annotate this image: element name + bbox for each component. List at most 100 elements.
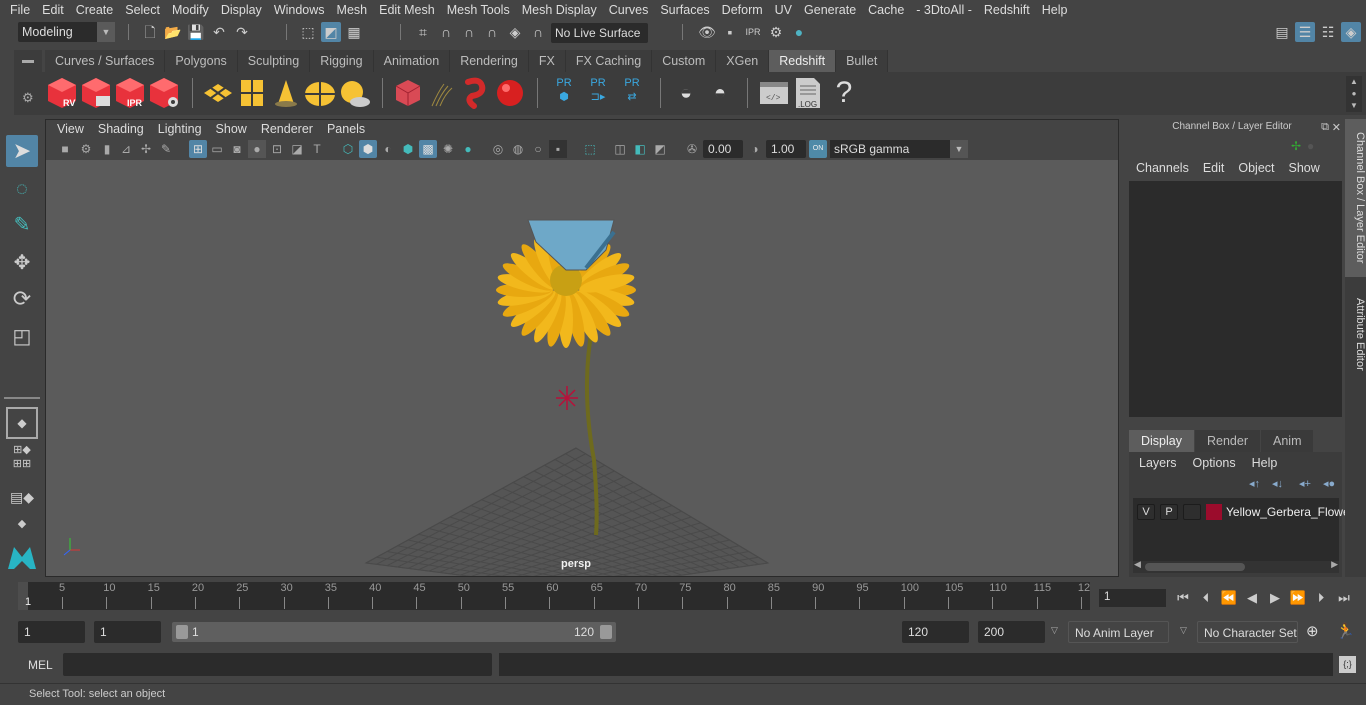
ipr-render-icon[interactable]: IPR [743,22,763,42]
exposure-icon[interactable]: ✇ [683,140,701,158]
tab-anim[interactable]: Anim [1261,430,1314,452]
tab-render[interactable]: Render [1195,430,1260,452]
snap-live-icon[interactable]: ◈ [505,22,525,42]
lasso-tool-icon[interactable]: ◌ [6,173,38,205]
redo-icon[interactable]: ↷ [232,22,252,42]
new-layer-selected-icon[interactable]: ◂● [1323,477,1335,490]
tool-settings-icon[interactable]: ☷ [1318,22,1338,42]
cb-menu-show[interactable]: Show [1282,161,1327,175]
dome-light-icon[interactable] [304,76,336,110]
outliner-persp-layout-icon[interactable]: ▤◆ [6,481,38,513]
viewport-menu-shading[interactable]: Shading [91,122,151,136]
viewport-scene[interactable]: persp [46,160,1118,576]
go-to-end-icon[interactable]: ⏭ [1335,589,1353,607]
proxy-create-icon[interactable]: PR ⬢ [548,76,580,110]
le-menu-options[interactable]: Options [1185,456,1244,470]
select-component-icon[interactable]: ▦ [344,22,364,42]
render-current-frame-icon[interactable]: ▪ [720,22,740,42]
shelf-tab-fx[interactable]: FX [528,50,566,72]
speed-icon[interactable]: ● [1307,139,1314,153]
scrollbar-thumb[interactable] [1145,563,1245,571]
field-chart-icon[interactable]: ⊡ [268,140,286,158]
shelf-tab-sculpting[interactable]: Sculpting [237,50,311,72]
menu-file[interactable]: File [4,3,36,17]
menu-redshift[interactable]: Redshift [978,3,1036,17]
side-tab-channel-box[interactable]: Channel Box / Layer Editor [1345,119,1366,277]
new-layer-icon[interactable]: ◂+ [1299,477,1311,490]
bake-icon[interactable]: ◓ [704,76,736,110]
camera-attributes-icon[interactable]: ⚙ [77,140,95,158]
anim-layer-dropdown[interactable]: No Anim Layer [1068,621,1169,643]
layer-color-swatch[interactable] [1206,504,1222,520]
play-forwards-icon[interactable]: ▶ [1266,589,1284,607]
paint-select-tool-icon[interactable]: ✎ [6,209,38,241]
help-icon[interactable]: ? [828,76,860,110]
playback-end-field[interactable]: 120 [902,621,969,643]
shelf-tab-custom[interactable]: Custom [652,50,717,72]
select-hierarchy-icon[interactable]: ⬚ [298,22,318,42]
shelf-tab-curves-surfaces[interactable]: Curves / Surfaces [45,50,166,72]
sphere-light-icon[interactable] [494,76,526,110]
animation-start-field[interactable]: 1 [18,621,85,643]
menu-3dtoall[interactable]: - 3DtoAll - [910,3,978,17]
menu-create[interactable]: Create [70,3,120,17]
redshift-render-settings-icon[interactable] [148,76,180,110]
shelf-scroll[interactable]: ▲ ● ▼ [1346,76,1362,112]
viewport-menu-show[interactable]: Show [209,122,254,136]
menu-cache[interactable]: Cache [862,3,910,17]
undo-icon[interactable]: ↶ [209,22,229,42]
view-transform-dropdown[interactable]: sRGB gamma ▼ [830,140,968,158]
rotate-tool-icon[interactable]: ⟳ [6,283,38,315]
close-icon[interactable]: ✕ [1332,121,1341,134]
side-tab-attribute-editor[interactable]: Attribute Editor [1345,279,1366,389]
viewport-menu-view[interactable]: View [50,122,91,136]
redshift-batch-render-icon[interactable] [80,76,112,110]
viewport-menu-renderer[interactable]: Renderer [254,122,320,136]
new-scene-icon[interactable]: 🗋 [140,22,160,42]
menu-uv[interactable]: UV [769,3,798,17]
wireframe-icon[interactable]: ⬡ [339,140,357,158]
layer-row[interactable]: V P Yellow_Gerbera_Flowe [1137,503,1350,521]
wireframe-on-shaded-icon[interactable]: ⬢ [399,140,417,158]
select-tool-icon[interactable]: ➤ [6,135,38,167]
move-layer-up-icon[interactable]: ◂↑ [1249,477,1260,490]
scroll-left-icon[interactable]: ◀ [1134,559,1141,570]
step-back-frame-icon[interactable]: ⏴ [1197,589,1215,607]
render-view-icon[interactable]: 👁 [697,22,717,42]
script-language-label[interactable]: MEL [28,658,53,672]
current-frame-field[interactable]: 1 [1099,589,1166,607]
textured-icon[interactable]: ▩ [419,140,437,158]
menu-windows[interactable]: Windows [268,3,331,17]
save-scene-icon[interactable]: 💾 [186,22,206,42]
shelf-tab-rigging[interactable]: Rigging [310,50,374,72]
menu-edit[interactable]: Edit [36,3,70,17]
script-editor-icon[interactable]: </> [758,76,790,110]
single-perspective-layout-icon[interactable]: ◆ [6,407,38,439]
hair-icon[interactable] [426,76,458,110]
sun-sky-icon[interactable] [338,76,370,110]
modeling-toolkit-icon[interactable]: ▤ [1272,22,1292,42]
move-layer-down-icon[interactable]: ◂↓ [1272,477,1283,490]
menu-deform[interactable]: Deform [716,3,769,17]
move-tool-icon[interactable]: ✥ [6,247,38,279]
manipulator-icon[interactable]: ✢ [1291,139,1301,153]
four-view-layout-icon[interactable]: ⊞◆ ⊞⊞ [6,443,38,475]
animation-end-field[interactable]: 200 [978,621,1045,643]
menu-modify[interactable]: Modify [166,3,215,17]
menu-edit-mesh[interactable]: Edit Mesh [373,3,441,17]
step-forward-key-icon[interactable]: ⏩ [1289,589,1307,607]
xray-icon[interactable]: ◫ [611,140,629,158]
2d-pan-zoom-icon[interactable]: ✢ [137,140,155,158]
tab-display[interactable]: Display [1129,430,1194,452]
bookmark-icon[interactable]: ▮ [98,140,116,158]
select-object-icon[interactable]: ◩ [321,22,341,42]
range-end-handle[interactable] [600,625,612,639]
smooth-shade-icon[interactable]: ⬢ [359,140,377,158]
play-backwards-icon[interactable]: ◀ [1243,589,1261,607]
area-light-icon[interactable] [202,76,234,110]
menu-mesh[interactable]: Mesh [331,3,374,17]
range-start-handle[interactable] [176,625,188,639]
camera-select-icon[interactable]: ■ [56,140,74,158]
proxy-export-icon[interactable]: PR ⊐▸ [582,76,614,110]
menu-select[interactable]: Select [119,3,166,17]
